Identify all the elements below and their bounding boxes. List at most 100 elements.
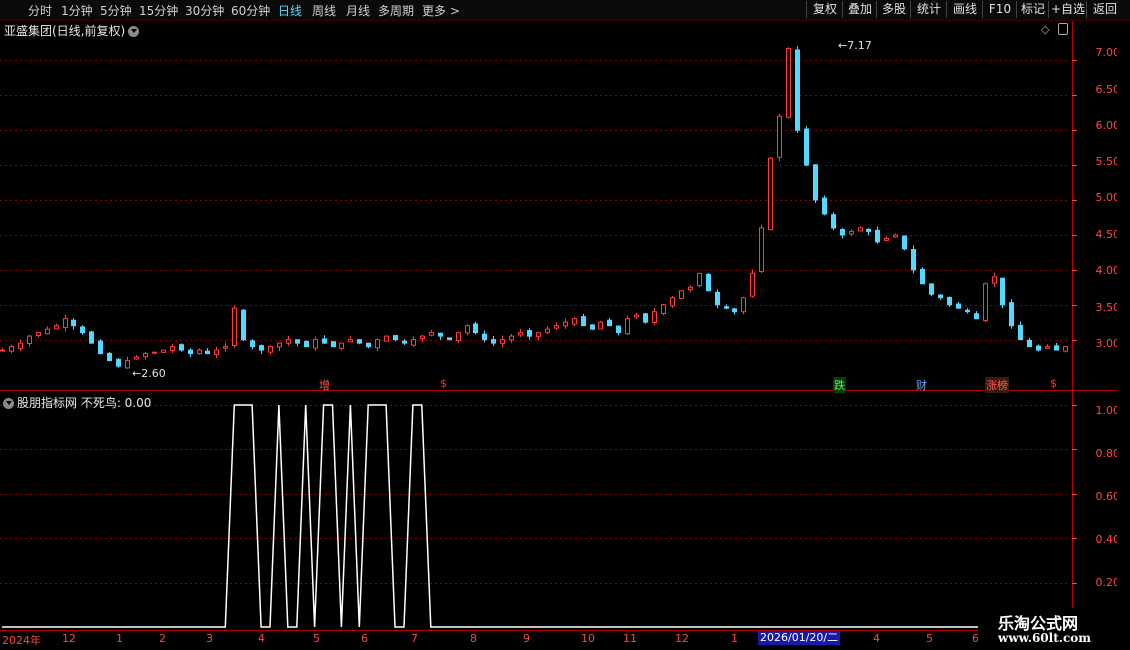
candle-body [670,297,675,307]
x-axis-label: 12 [62,632,76,645]
candle-body [232,307,237,347]
candle-body [893,234,898,238]
indicator-y-tick: 1.00 [1095,404,1121,417]
indicator-y-tick: 0.60 [1095,490,1121,503]
candle-body [759,227,764,272]
candle-body [527,330,532,337]
candle-body [545,328,550,333]
candle-body [536,332,541,337]
candle-body [268,346,273,353]
pane-toggle-icon[interactable] [1058,23,1068,35]
main-y-tick: 4.50 [1095,228,1121,241]
candle-body [616,325,621,334]
x-axis-label: 12 [675,632,689,645]
x-axis-label: 4 [873,632,880,645]
chart-canvas[interactable] [0,0,1130,650]
candle-body [134,356,139,360]
candle-body [18,342,23,349]
candle-body [697,272,702,287]
candle-body [152,351,157,354]
candle-body [348,339,353,343]
x-axis-label: 6 [361,632,368,645]
candle-body [322,338,327,344]
candle-body [80,326,85,334]
candle-body [983,283,988,321]
candle-body [947,296,952,306]
candle-body [447,337,452,341]
candle-body [223,346,228,349]
signal-marker[interactable]: 财 [916,377,927,393]
candle-body [357,339,362,344]
x-axis-label: 5 [313,632,320,645]
candle-body [911,249,916,271]
candle-body [429,332,434,336]
candle-body [411,339,416,346]
candle-body [125,360,130,369]
indicator-line [2,404,1065,628]
pane-menu-icon[interactable] [128,26,140,37]
candle-body [768,157,773,231]
candle-body [331,341,336,348]
candle-body [89,331,94,344]
right-side-strip [1117,22,1130,630]
candle-body [590,324,595,330]
candle-body [634,314,639,318]
candle-body [554,325,559,329]
signal-marker[interactable]: 涨榜 [985,377,1009,393]
main-y-tick: 5.50 [1095,155,1121,168]
x-axis-label: 2024年 [2,634,41,647]
candle-body [313,339,318,349]
cursor-date-label: 2026/01/20/二 [758,631,841,645]
candle-body [54,325,59,330]
candle-body [116,358,121,367]
x-axis-label: 7 [411,632,418,645]
candle-body [884,237,889,241]
candle-body [822,197,827,215]
x-axis-label: 1 [731,632,738,645]
signal-marker[interactable]: 增 [319,377,330,393]
candle-body [688,286,693,291]
signal-marker[interactable]: $ [1050,377,1057,390]
candle-body [724,306,729,309]
candle-body [0,349,5,352]
candle-body [170,346,175,351]
candle-body [188,349,193,355]
main-pane-title: 亚盛集团(日线,前复权) [4,22,140,39]
candle-body [1000,277,1005,306]
main-y-tick: 3.00 [1095,337,1121,350]
candle-body [625,318,630,335]
x-axis-label: 5 [926,632,933,645]
x-axis-label: 1 [116,632,123,645]
signal-marker[interactable]: 跌 [833,377,846,393]
candle-body [840,229,845,236]
candle-body [920,268,925,285]
candle-body [1054,345,1059,351]
watermark-url: www.60lt.com [998,631,1091,645]
diamond-icon[interactable]: ◇ [1041,23,1049,36]
candle-body [45,328,50,335]
candle-body [643,313,648,323]
candle-body [197,349,202,355]
candle-body [1045,346,1050,349]
candle-body [706,273,711,292]
main-y-tick: 6.50 [1095,83,1121,96]
candle-body [402,340,407,344]
candle-body [491,339,496,344]
candle-body [71,319,76,327]
candle-body [974,313,979,320]
candle-body [63,318,68,329]
candle-body [598,321,603,330]
indicator-name-label: 股朋指标网 不死鸟: 0.00 [17,396,152,410]
candle-body [679,290,684,299]
signal-marker[interactable]: $ [440,377,447,390]
candle-body [277,342,282,348]
x-axis-label: 8 [470,632,477,645]
candle-body [339,342,344,349]
candle-body [804,128,809,166]
candle-body [384,335,389,342]
candle-body [849,230,854,235]
indicator-menu-icon[interactable] [3,398,14,409]
candle-body [858,227,863,232]
candle-body [831,214,836,229]
candle-body [500,339,505,344]
